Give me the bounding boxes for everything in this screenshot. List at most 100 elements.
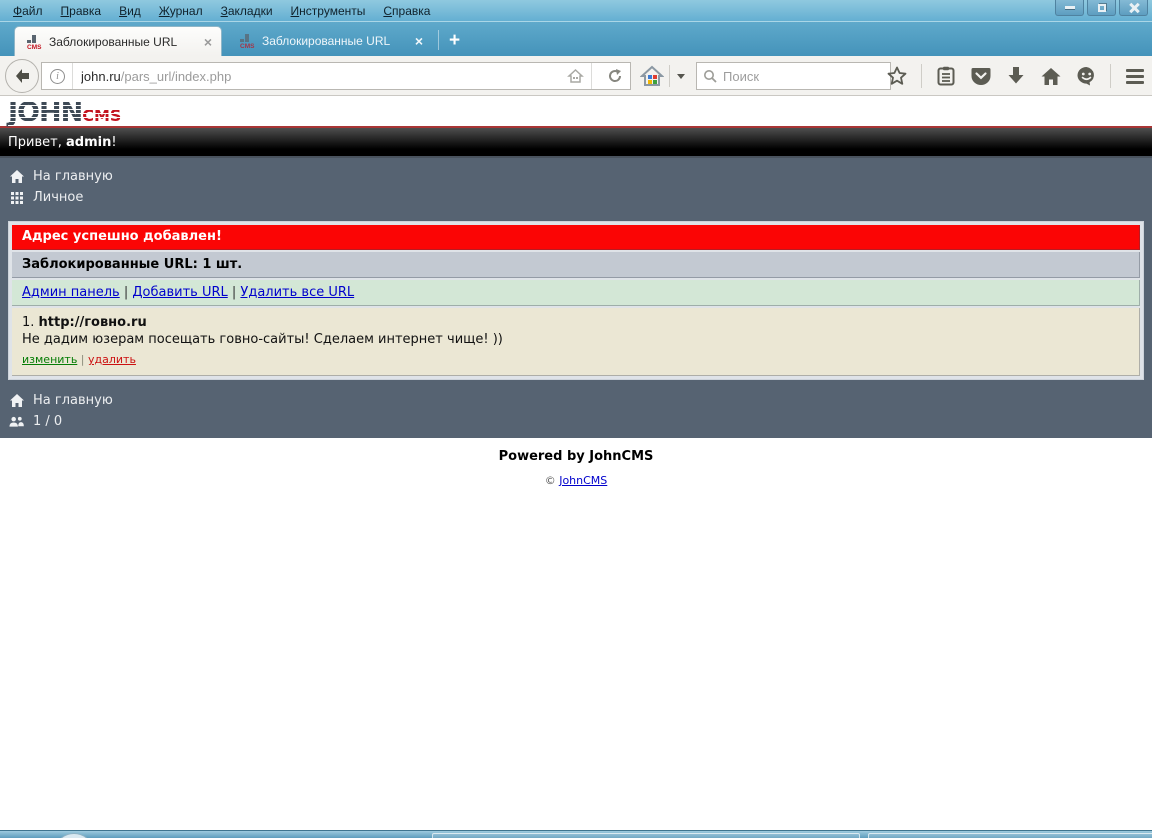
edit-link[interactable]: изменить [22, 353, 77, 366]
delete-all-urls-link[interactable]: Удалить все URL [240, 285, 354, 300]
site-header: JOHN CMS [0, 96, 1152, 128]
greeting-text: Привет, admin! [8, 134, 117, 150]
reader-home-icon[interactable] [567, 68, 584, 84]
entry-description: Не дадим юзерам посещать говно-сайты! Сд… [22, 332, 503, 347]
entry-number: 1. [22, 315, 35, 330]
close-icon [1129, 3, 1139, 13]
johncms-favicon: CMS [26, 34, 42, 50]
blocked-url-entry: 1. http://говно.ru Не дадим юзерам посещ… [12, 308, 1140, 376]
home-icon [9, 394, 24, 407]
menu-help[interactable]: Справка [374, 1, 439, 21]
nav-label: На главную [33, 393, 113, 408]
search-input[interactable] [723, 68, 899, 84]
main-section: На главную Личное Адрес успешно добавлен… [0, 156, 1152, 438]
bookmarks-panel-icon[interactable] [935, 64, 957, 88]
users-icon [9, 416, 24, 427]
username: admin [65, 134, 112, 150]
url-bar[interactable]: i john.ru/pars_url/index.php [41, 62, 631, 90]
new-tab-button[interactable]: + [443, 31, 470, 56]
copyright-symbol: © [544, 474, 556, 487]
tab-title: Заблокированные URL [262, 34, 391, 48]
powered-by-text: Powered by JohnCMS [498, 449, 654, 464]
downloads-icon[interactable] [1005, 64, 1027, 88]
menu-hamburger-icon[interactable] [1124, 64, 1146, 88]
greeting-bar: Привет, admin! [0, 128, 1152, 156]
homepage-colored-icon[interactable] [640, 64, 664, 88]
counter-label: 1 / 0 [33, 414, 63, 429]
nav-personal-link[interactable]: Личное [0, 187, 1152, 208]
johncms-logo: JOHN CMS [8, 98, 122, 126]
success-alert: Адрес успешно добавлен! [12, 225, 1140, 250]
johncms-favicon: CMS [239, 33, 255, 49]
menu-edit[interactable]: Правка [52, 1, 111, 21]
navigation-toolbar: i john.ru/pars_url/index.php [0, 56, 1152, 96]
tab-close-icon[interactable]: × [415, 34, 423, 48]
urlbar-divider [72, 63, 73, 89]
tab-title: Заблокированные URL [49, 34, 178, 49]
window-controls [1055, 0, 1148, 16]
close-button[interactable] [1119, 0, 1148, 16]
tab-blocked-urls-inactive[interactable]: CMS Заблокированные URL × [228, 26, 432, 56]
browser-titlebar: Файл Правка Вид Журнал Закладки Инструме… [0, 0, 1152, 22]
menu-file[interactable]: Файл [4, 1, 52, 21]
search-icon [703, 69, 717, 83]
list-header: Заблокированные URL: 1 шт. [12, 252, 1140, 278]
site-info-icon[interactable]: i [50, 68, 65, 84]
menu-view[interactable]: Вид [110, 1, 150, 21]
add-url-link[interactable]: Добавить URL [132, 285, 227, 300]
entry-url: http://говно.ru [38, 315, 147, 330]
hello-chat-icon[interactable] [1075, 64, 1097, 88]
reload-icon[interactable] [607, 68, 623, 84]
back-button[interactable] [5, 59, 39, 93]
taskbar-button[interactable] [432, 833, 860, 838]
homepage-dropdown[interactable] [669, 64, 685, 88]
menu-history[interactable]: Журнал [150, 1, 212, 21]
bookmark-star-icon[interactable] [886, 64, 908, 88]
minimize-icon [1064, 6, 1075, 9]
home-icon[interactable] [1040, 64, 1062, 88]
nav-label: Личное [33, 190, 84, 205]
minimize-button[interactable] [1055, 0, 1084, 16]
home-icon [9, 170, 24, 183]
copyright-line: © JohnCMS [0, 474, 1152, 487]
delete-link[interactable]: удалить [88, 353, 136, 366]
online-counter[interactable]: 1 / 0 [0, 411, 1152, 432]
entry-actions: изменить | удалить [22, 353, 136, 366]
url-text: john.ru/pars_url/index.php [81, 69, 567, 84]
admin-links-bar: Админ панель | Добавить URL | Удалить вс… [12, 280, 1140, 306]
restore-button[interactable] [1087, 0, 1116, 16]
url-path: /pars_url/index.php [120, 68, 232, 84]
tab-blocked-urls-active[interactable]: CMS Заблокированные URL × [14, 26, 222, 56]
page-content: JOHN CMS Привет, admin! На главную Личное… [0, 96, 1152, 487]
search-bar [696, 62, 899, 90]
chevron-down-icon [677, 73, 685, 79]
admin-panel-link[interactable]: Админ панель [22, 285, 120, 300]
back-arrow-icon [16, 69, 29, 83]
entry-title: 1. http://говно.ru [22, 314, 1129, 331]
restore-icon [1097, 3, 1106, 12]
tab-divider [438, 30, 439, 50]
svg-text:CMS: CMS [240, 43, 255, 49]
toolbar-divider [669, 65, 670, 87]
menu-tools[interactable]: Инструменты [282, 1, 375, 21]
blocked-urls-panel: Адрес успешно добавлен! Заблокированные … [8, 221, 1144, 380]
start-button[interactable] [54, 833, 94, 838]
johncms-link[interactable]: JohnCMS [559, 474, 607, 487]
windows-taskbar [0, 830, 1152, 838]
tab-strip: CMS Заблокированные URL × CMS Заблокиров… [0, 22, 1152, 56]
footer-home-link[interactable]: На главную [0, 390, 1152, 411]
nav-label: На главную [33, 169, 113, 184]
taskbar-button[interactable] [868, 833, 1152, 838]
browser-menubar: Файл Правка Вид Журнал Закладки Инструме… [0, 0, 1152, 22]
logo-cms-text: CMS [82, 106, 122, 125]
page-footer: Powered by JohnCMS © JohnCMS [0, 438, 1152, 487]
menu-bookmarks[interactable]: Закладки [212, 1, 282, 21]
tab-close-icon[interactable]: × [204, 35, 212, 49]
toolbar-icons [886, 56, 1150, 96]
grid-icon [9, 191, 24, 204]
toolbar-divider [1110, 64, 1111, 88]
urlbar-divider [591, 63, 592, 89]
url-host: john.ru [81, 68, 121, 84]
nav-home-link[interactable]: На главную [0, 166, 1152, 187]
pocket-icon[interactable] [970, 64, 992, 88]
